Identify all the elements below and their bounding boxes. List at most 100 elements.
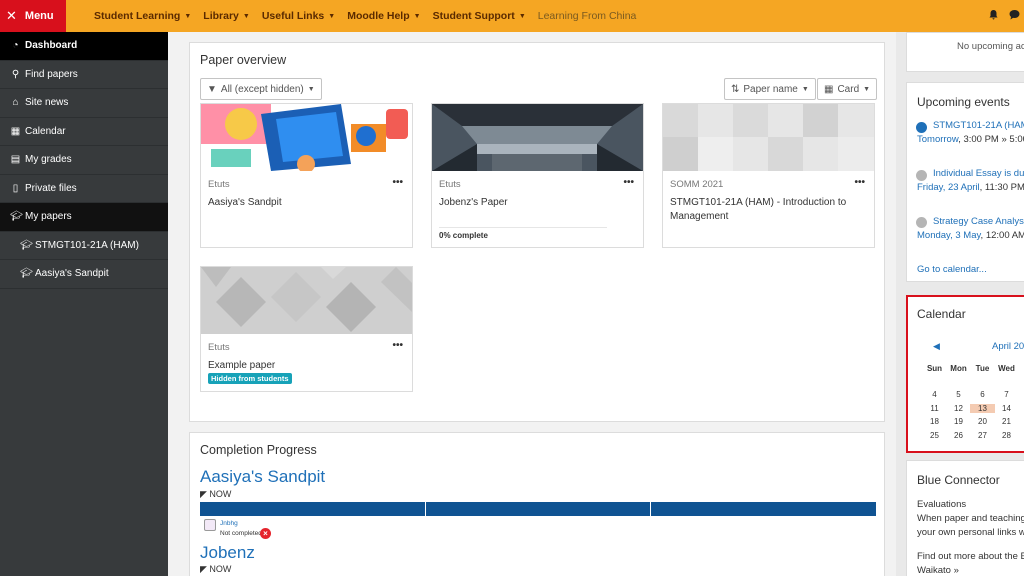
activity-name[interactable]: Jnbhg <box>220 520 238 527</box>
calendar-day[interactable]: 18 <box>922 417 947 426</box>
calendar-day[interactable]: 7 <box>994 390 1019 399</box>
course-card[interactable]: Etuts ••• Jobenz's Paper 0% complete <box>431 103 644 248</box>
course-image[interactable] <box>432 104 643 171</box>
calendar-day[interactable]: 5 <box>946 390 971 399</box>
paper-overview-block: Paper overview ▼ All (except hidden) ▼ ⇅… <box>189 42 885 422</box>
sidebar-item-my-grades[interactable]: ▤ My grades <box>0 146 168 175</box>
nav-library[interactable]: Library ▼ <box>203 10 250 22</box>
course-image[interactable] <box>663 104 874 171</box>
calendar-day[interactable]: 25 <box>922 431 947 440</box>
calendar-day[interactable]: 6 <box>970 390 995 399</box>
calendar-day[interactable]: 26 <box>946 431 971 440</box>
completion-course-title[interactable]: Aasiya's Sandpit <box>200 467 325 487</box>
course-card[interactable]: Etuts ••• Example paper Hidden from stud… <box>200 266 413 392</box>
blue-connector-block: Blue Connector Evaluations When paper an… <box>906 460 1024 576</box>
calendar-month[interactable]: April 20 <box>992 341 1024 352</box>
calendar-day[interactable]: 11 <box>922 404 947 413</box>
bell-icon[interactable] <box>988 9 999 20</box>
course-image[interactable] <box>201 104 412 173</box>
sidebar-item-stmgt101[interactable]: 🎓︎ STMGT101-21A (HAM) <box>0 232 168 260</box>
now-marker: ◤ NOW <box>200 564 232 574</box>
nav-student-learning[interactable]: Student Learning ▼ <box>94 10 191 22</box>
calendar-day-header: Wed <box>998 364 1015 373</box>
no-upcoming-text: No upcoming ac <box>957 41 1024 52</box>
sort-dropdown[interactable]: ⇅ Paper name ▼ <box>724 78 816 100</box>
calendar-today[interactable]: 13 <box>970 403 995 413</box>
calendar-day[interactable]: 21 <box>994 417 1019 426</box>
dashboard-icon: ◔ <box>12 40 19 52</box>
event-title[interactable]: Strategy Case Analys <box>933 216 1024 227</box>
sidebar-item-calendar[interactable]: ▦ Calendar <box>0 118 168 146</box>
activity-status: Not completed <box>220 530 262 537</box>
graduation-cap-icon: 🎓︎ <box>20 268 33 280</box>
course-name[interactable]: STMGT101-21A (HAM) - Introduction to Man… <box>670 196 860 224</box>
completion-progress-title: Completion Progress <box>200 443 317 457</box>
menu-label: Menu <box>24 10 54 22</box>
calendar-day[interactable]: 27 <box>970 431 995 440</box>
more-options-icon[interactable]: ••• <box>623 177 634 188</box>
waikato-link[interactable]: Waikato » <box>917 565 959 576</box>
course-card[interactable]: Etuts ••• Aasiya's Sandpit <box>200 103 413 248</box>
event-title[interactable]: STMGT101-21A (HAM <box>933 120 1024 131</box>
caret-down-icon: ▼ <box>307 85 315 93</box>
close-icon: ✕ <box>6 8 17 23</box>
event-date: Monday, 3 May, 12:00 AM <box>917 230 1024 241</box>
event-date: Friday, 23 April, 11:30 PM <box>917 182 1024 193</box>
calendar-day[interactable]: 20 <box>970 417 995 426</box>
event-title[interactable]: Individual Essay is du <box>933 168 1024 179</box>
sidebar: ◔ Dashboard ⚲ Find papers ⌂ Site news ▦ … <box>0 32 168 576</box>
course-image[interactable] <box>201 267 412 334</box>
view-dropdown[interactable]: ▦ Card ▼ <box>817 78 878 100</box>
course-category: SOMM 2021 <box>670 179 724 190</box>
sidebar-item-my-papers[interactable]: 🎓︎ My papers <box>0 203 168 232</box>
calendar-day[interactable]: 4 <box>922 390 947 399</box>
user-icon <box>916 170 927 181</box>
course-name[interactable]: Jobenz's Paper <box>439 196 629 210</box>
user-icon <box>916 217 927 228</box>
course-category: Etuts <box>439 179 461 190</box>
course-name[interactable]: Aasiya's Sandpit <box>208 196 398 210</box>
sidebar-item-site-news[interactable]: ⌂ Site news <box>0 89 168 118</box>
more-options-icon[interactable]: ••• <box>392 177 403 188</box>
event-icon <box>916 122 927 133</box>
event-date: Tomorrow, 3:00 PM » 5:00 <box>917 134 1024 145</box>
caret-down-icon: ▼ <box>518 12 526 20</box>
course-category: Etuts <box>208 342 230 353</box>
sidebar-item-aasiya-sandpit[interactable]: 🎓︎ Aasiya's Sandpit <box>0 260 168 289</box>
upcoming-events-block: Upcoming events STMGT101-21A (HAM Tomorr… <box>906 82 1024 282</box>
chat-icon[interactable] <box>1009 9 1020 20</box>
completion-course-title[interactable]: Jobenz <box>200 543 255 563</box>
completion-progress-bar[interactable] <box>200 502 876 516</box>
more-options-icon[interactable]: ••• <box>854 177 865 188</box>
course-name[interactable]: Example paper <box>208 359 398 373</box>
calendar-day[interactable]: 19 <box>946 417 971 426</box>
go-to-calendar-link[interactable]: Go to calendar... <box>917 264 987 275</box>
nav-learning-from-china[interactable]: Learning From China <box>538 10 637 22</box>
sidebar-item-find-papers[interactable]: ⚲ Find papers <box>0 61 168 89</box>
prev-month-icon[interactable]: ◀ <box>933 341 940 352</box>
search-icon: ⚲ <box>11 68 20 80</box>
more-options-icon[interactable]: ••• <box>392 340 403 351</box>
grid-icon: ▦ <box>824 83 834 95</box>
graduation-cap-icon: 🎓︎ <box>20 239 33 251</box>
filter-dropdown[interactable]: ▼ All (except hidden) ▼ <box>200 78 322 100</box>
nav-student-support[interactable]: Student Support ▼ <box>433 10 526 22</box>
calendar-block: Calendar ◀ April 20 Sun Mon Tue Wed 4 5 6 7 11 12… <box>906 295 1024 453</box>
top-navbar: ✕ Menu Student Learning ▼ Library ▼ Useful… <box>0 0 1024 32</box>
course-category: Etuts <box>208 179 230 190</box>
sidebar-item-dashboard[interactable]: ◔ Dashboard <box>0 32 168 61</box>
main-content: Paper overview ▼ All (except hidden) ▼ ⇅… <box>168 32 896 576</box>
hidden-badge: Hidden from students <box>208 373 292 384</box>
course-card[interactable]: SOMM 2021 ••• STMGT101-21A (HAM) - Intro… <box>662 103 875 248</box>
nav-moodle-help[interactable]: Moodle Help ▼ <box>347 10 420 22</box>
activity-icon <box>204 519 216 531</box>
file-icon: ▯ <box>12 182 19 194</box>
calendar-day[interactable]: 14 <box>994 404 1019 413</box>
menu-button[interactable]: ✕ Menu <box>0 0 66 32</box>
calendar-day[interactable]: 12 <box>946 404 971 413</box>
sidebar-item-private-files[interactable]: ▯ Private files <box>0 175 168 203</box>
nav-useful-links[interactable]: Useful Links ▼ <box>262 10 335 22</box>
completion-progress-block: Completion Progress Aasiya's Sandpit ◤ N… <box>189 432 885 576</box>
calendar-day[interactable]: 28 <box>994 431 1019 440</box>
progress-bar <box>439 227 607 228</box>
